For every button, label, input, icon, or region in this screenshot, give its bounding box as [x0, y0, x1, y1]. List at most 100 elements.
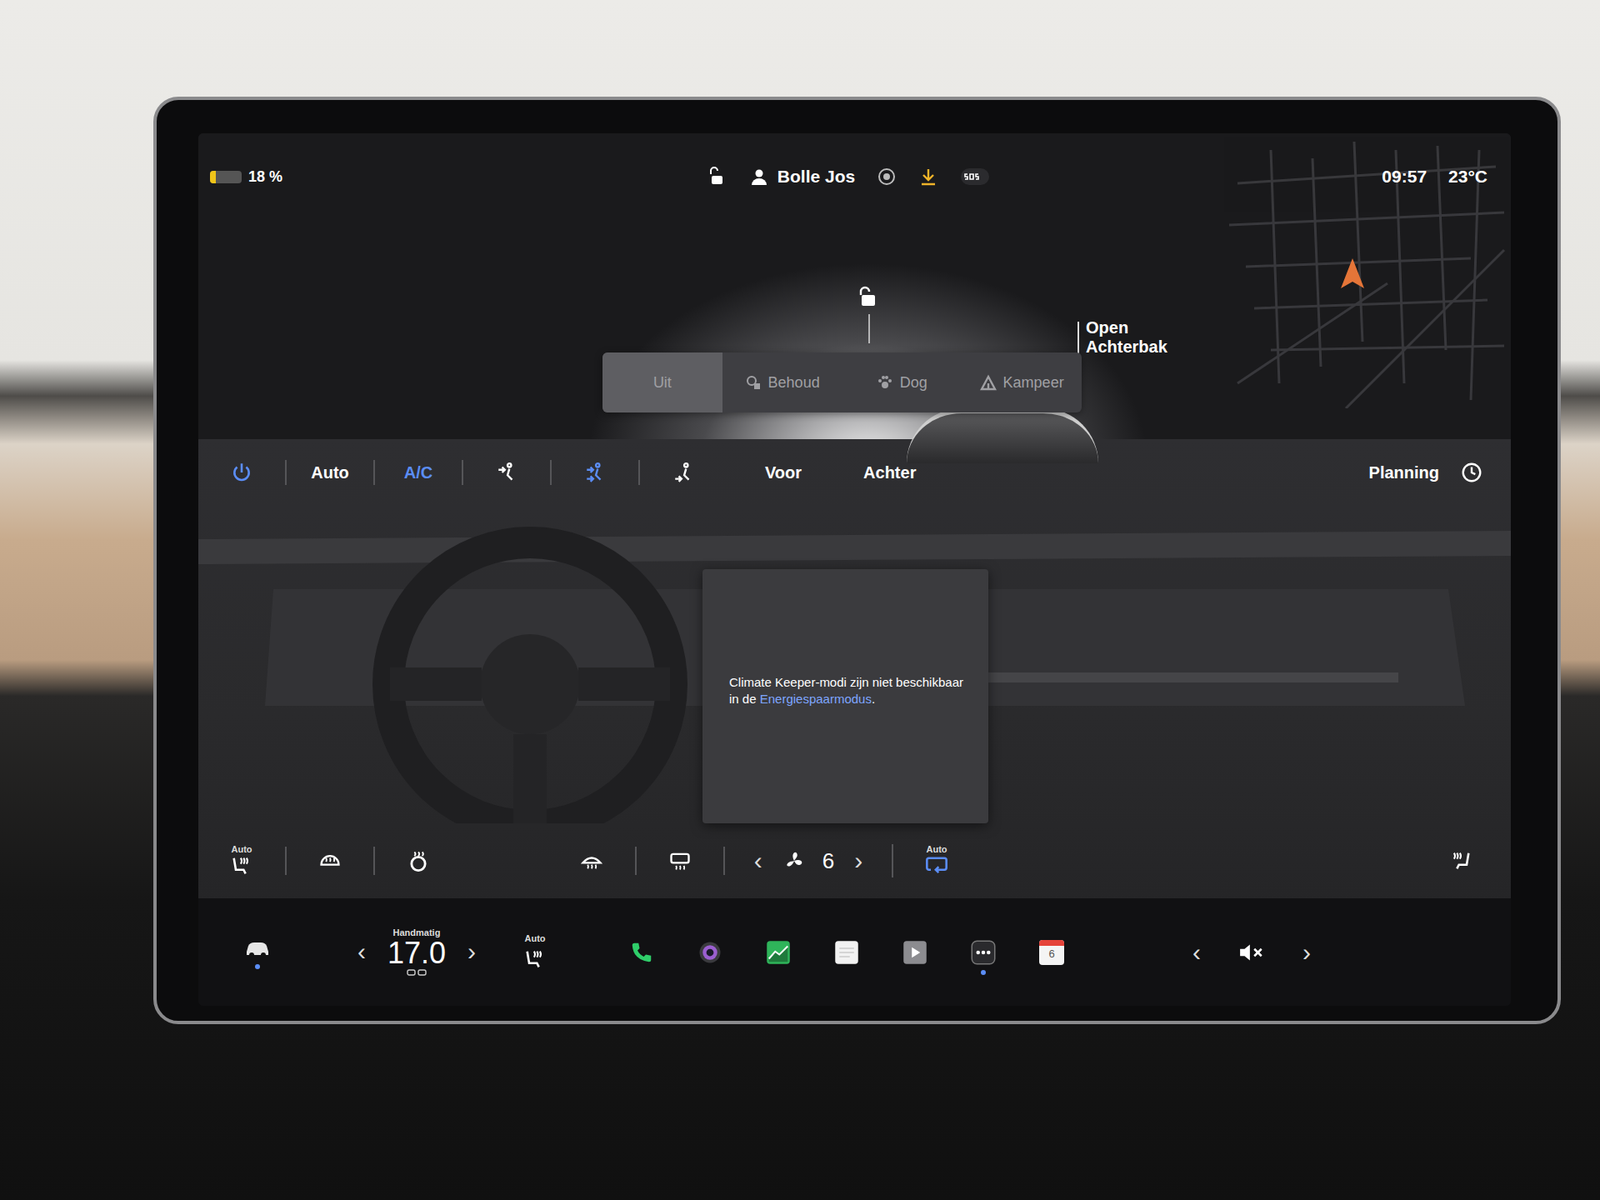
airflow-button[interactable] — [461, 460, 550, 485]
clock-time: 09:57 — [1381, 166, 1427, 187]
auto-label: Auto — [310, 463, 350, 483]
active-dot — [707, 970, 713, 975]
fan-increase[interactable]: › — [850, 848, 866, 874]
speaker-muted-icon[interactable] — [1238, 940, 1265, 965]
ac-label: A/C — [404, 463, 433, 483]
temperature-decrease[interactable]: ‹ — [354, 939, 370, 965]
trunk-label-line: Achterbak — [1085, 337, 1168, 357]
seat-heater-right[interactable] — [1435, 846, 1486, 875]
calendar-day: 6 — [1048, 945, 1055, 963]
climate-keeper-option[interactable]: Kampeer — [961, 352, 1082, 413]
wiper-defrost-button[interactable] — [285, 846, 374, 875]
power-icon — [230, 461, 253, 484]
volume-increase[interactable]: › — [1299, 940, 1315, 965]
planning-button[interactable]: Planning — [1369, 461, 1483, 484]
planning-label: Planning — [1369, 463, 1440, 483]
driver-name: Bolle Jos — [777, 166, 855, 187]
status-bar: 18 %Bolle Jos09:5723°C — [198, 133, 1511, 187]
climate-keeper-option[interactable]: Behoud — [722, 352, 843, 413]
rear-defrost-icon — [668, 849, 692, 873]
app-button[interactable] — [880, 930, 950, 975]
airflow-button[interactable] — [550, 460, 639, 485]
fan-decrease[interactable]: ‹ — [750, 848, 766, 874]
volume-decrease[interactable]: ‹ — [1189, 940, 1205, 965]
ac-button[interactable]: A/C — [373, 460, 462, 485]
active-dot — [844, 970, 850, 975]
sentry-icon[interactable] — [876, 166, 897, 187]
display-bezel: 18 %Bolle Jos09:5723°COpenAchterbakUitBe… — [153, 96, 1561, 1025]
more-apps-icon — [970, 940, 997, 965]
phone-icon — [628, 940, 655, 965]
door-unlock-icon[interactable] — [856, 285, 882, 344]
trunk-label-line: Open — [1085, 318, 1168, 338]
touchscreen: 18 %Bolle Jos09:5723°COpenAchterbakUitBe… — [198, 133, 1511, 1006]
temperature-display[interactable]: Handmatig17.0 — [387, 927, 446, 978]
person-icon — [749, 166, 770, 187]
seat-heater-icon — [523, 947, 547, 971]
paw-icon — [876, 374, 894, 391]
clock-icon — [1460, 461, 1483, 484]
car-button[interactable] — [235, 935, 280, 970]
zone-tab[interactable]: Voor — [765, 460, 802, 486]
zone-tabs: Voor Achter — [765, 460, 916, 486]
unlock-icon[interactable] — [707, 166, 728, 187]
seat-link-icon — [406, 968, 427, 977]
climate-keeper-label: Kampeer — [1003, 374, 1065, 392]
fan-icon — [782, 849, 806, 873]
steering-heater-button[interactable] — [373, 846, 462, 875]
rear-defrost-button[interactable] — [635, 846, 724, 875]
recirculate-icon — [925, 854, 949, 878]
calendar-header — [1039, 940, 1065, 946]
app-button[interactable] — [812, 930, 881, 975]
front-defrost-icon — [580, 849, 604, 873]
download-icon[interactable] — [918, 166, 939, 187]
airflow-icon — [495, 461, 518, 484]
climate-panel: AutoA/CVoorAchterPlanningClimate Keeper-… — [198, 439, 1511, 899]
outside-temperature: 23°C — [1448, 166, 1488, 187]
energy-saving-link[interactable]: Energiespaarmodus — [760, 691, 872, 706]
sos-icon[interactable] — [960, 166, 990, 187]
app-launcher: 6 — [607, 930, 1086, 975]
app-button[interactable] — [949, 930, 1018, 975]
driver-profile[interactable]: Bolle Jos — [749, 166, 855, 187]
fan-speed-control: ‹ 6 › — [723, 846, 892, 875]
temperature-mode: Handmatig — [393, 927, 441, 938]
fan-speed: 6 — [822, 848, 835, 875]
dock-seat-heater[interactable]: Auto — [510, 933, 560, 970]
front-defrost-button[interactable] — [548, 846, 635, 875]
volume-control: ‹› — [1189, 940, 1315, 965]
climate-keeper-selector[interactable]: Uit BehoudDog Kampeer — [602, 352, 1082, 413]
airflow-button[interactable] — [638, 460, 727, 485]
power-button[interactable] — [198, 460, 285, 485]
active-dot — [1049, 970, 1055, 975]
notes-icon — [833, 940, 860, 965]
active-dot — [775, 970, 781, 975]
climate-keeper-label: Uit — [653, 374, 672, 392]
navigation-arrow-icon — [1340, 258, 1365, 289]
recirculate-button[interactable]: Auto — [891, 844, 980, 878]
seat-heater-icon — [230, 854, 254, 878]
energy-chart-icon — [765, 940, 792, 965]
car-render — [906, 408, 1099, 464]
dock-seat-mode: Auto — [524, 933, 545, 944]
climate-controls: Auto ‹ 6 › Auto — [198, 823, 1511, 899]
status-center: Bolle Jos — [707, 166, 990, 187]
temperature-increase[interactable]: › — [464, 939, 480, 965]
app-button[interactable] — [744, 930, 813, 975]
zone-tab[interactable]: Achter — [863, 460, 916, 486]
app-button[interactable] — [675, 930, 745, 975]
app-button[interactable] — [607, 930, 676, 975]
climate-keeper-option[interactable]: Uit — [602, 352, 723, 413]
open-trunk-button[interactable]: OpenAchterbak — [1077, 318, 1168, 360]
climate-keeper-option[interactable]: Dog — [842, 352, 963, 413]
trunk-label: OpenAchterbak — [1085, 318, 1168, 360]
seat-heater-mode: Auto — [230, 844, 252, 855]
active-dot — [912, 970, 918, 975]
app-button[interactable]: 6 — [1017, 930, 1086, 975]
car-view: 18 %Bolle Jos09:5723°COpenAchterbakUitBe… — [198, 133, 1511, 440]
battery-fill — [210, 170, 216, 184]
fan-snow-icon — [745, 374, 762, 391]
auto-button[interactable]: Auto — [285, 460, 374, 485]
seat-heater-left[interactable]: Auto — [198, 844, 285, 878]
climate-toolbar: Auto A/C Voor Achter Planning — [198, 439, 1511, 506]
